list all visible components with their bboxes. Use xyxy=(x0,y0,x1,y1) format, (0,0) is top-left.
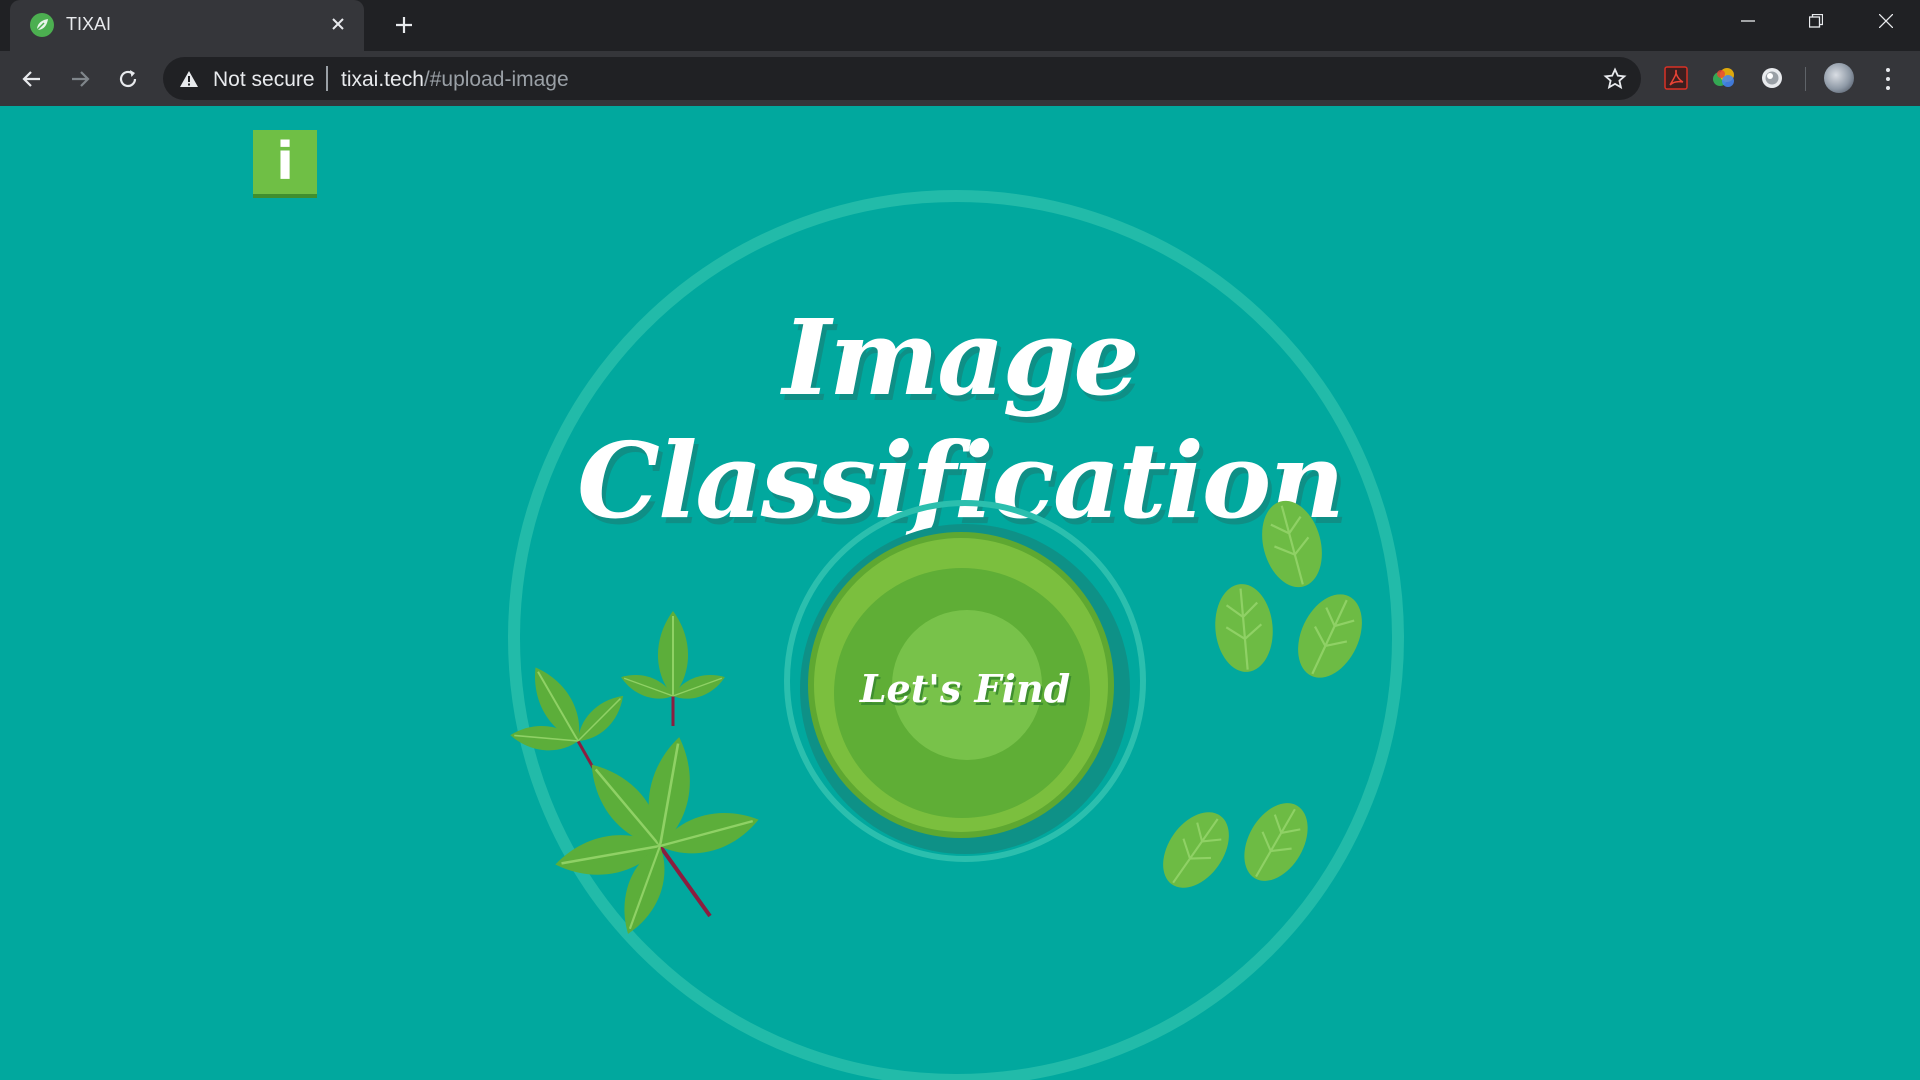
url-text[interactable]: tixai.tech/#upload-image xyxy=(341,68,569,92)
browser-toolbar: Not secure tixai.tech/#upload-image xyxy=(0,51,1920,106)
leaf-cluster-right-upper xyxy=(1210,492,1376,690)
reload-icon[interactable] xyxy=(112,63,144,95)
leaf-cluster-right-lower xyxy=(1148,790,1322,902)
color-picker-extension-icon[interactable] xyxy=(1710,64,1738,92)
warning-icon[interactable] xyxy=(179,69,199,94)
back-arrow-icon[interactable] xyxy=(16,63,48,95)
tab-strip: TIXAI xyxy=(0,0,1920,51)
not-secure-label[interactable]: Not secure xyxy=(213,68,315,92)
pdf-extension-icon[interactable] xyxy=(1662,64,1690,92)
bookmark-star-icon[interactable] xyxy=(1603,67,1627,96)
tab-title: TIXAI xyxy=(66,14,112,34)
address-bar[interactable]: Not secure tixai.tech/#upload-image xyxy=(163,57,1641,100)
new-tab-button[interactable] xyxy=(390,11,418,39)
close-window-button[interactable] xyxy=(1852,0,1920,42)
page-content: i Image Classification Let's Find xyxy=(0,106,1920,1080)
leaf-favicon-icon xyxy=(30,13,54,37)
circle-extension-icon[interactable] xyxy=(1758,64,1786,92)
forward-arrow-icon[interactable] xyxy=(64,63,96,95)
lets-find-label: Let's Find xyxy=(859,666,1071,711)
minimize-button[interactable] xyxy=(1714,0,1782,42)
lets-find-button[interactable]: Let's Find xyxy=(800,524,1130,854)
leaf-cluster-upper-left-1 xyxy=(508,658,632,772)
toolbar-divider xyxy=(1805,67,1806,91)
url-path: /#upload-image xyxy=(423,68,569,91)
restore-button[interactable] xyxy=(1782,0,1850,42)
url-host: tixai.tech xyxy=(341,68,424,91)
profile-avatar[interactable] xyxy=(1824,63,1854,93)
omnibox-divider xyxy=(326,66,328,91)
kebab-menu-icon[interactable] xyxy=(1876,65,1900,93)
leaf-cluster-lower-left xyxy=(550,732,765,941)
leaf-cluster-upper-left-2 xyxy=(617,610,729,726)
browser-tab[interactable]: TIXAI xyxy=(10,0,364,51)
tab-close-icon[interactable] xyxy=(326,12,350,36)
